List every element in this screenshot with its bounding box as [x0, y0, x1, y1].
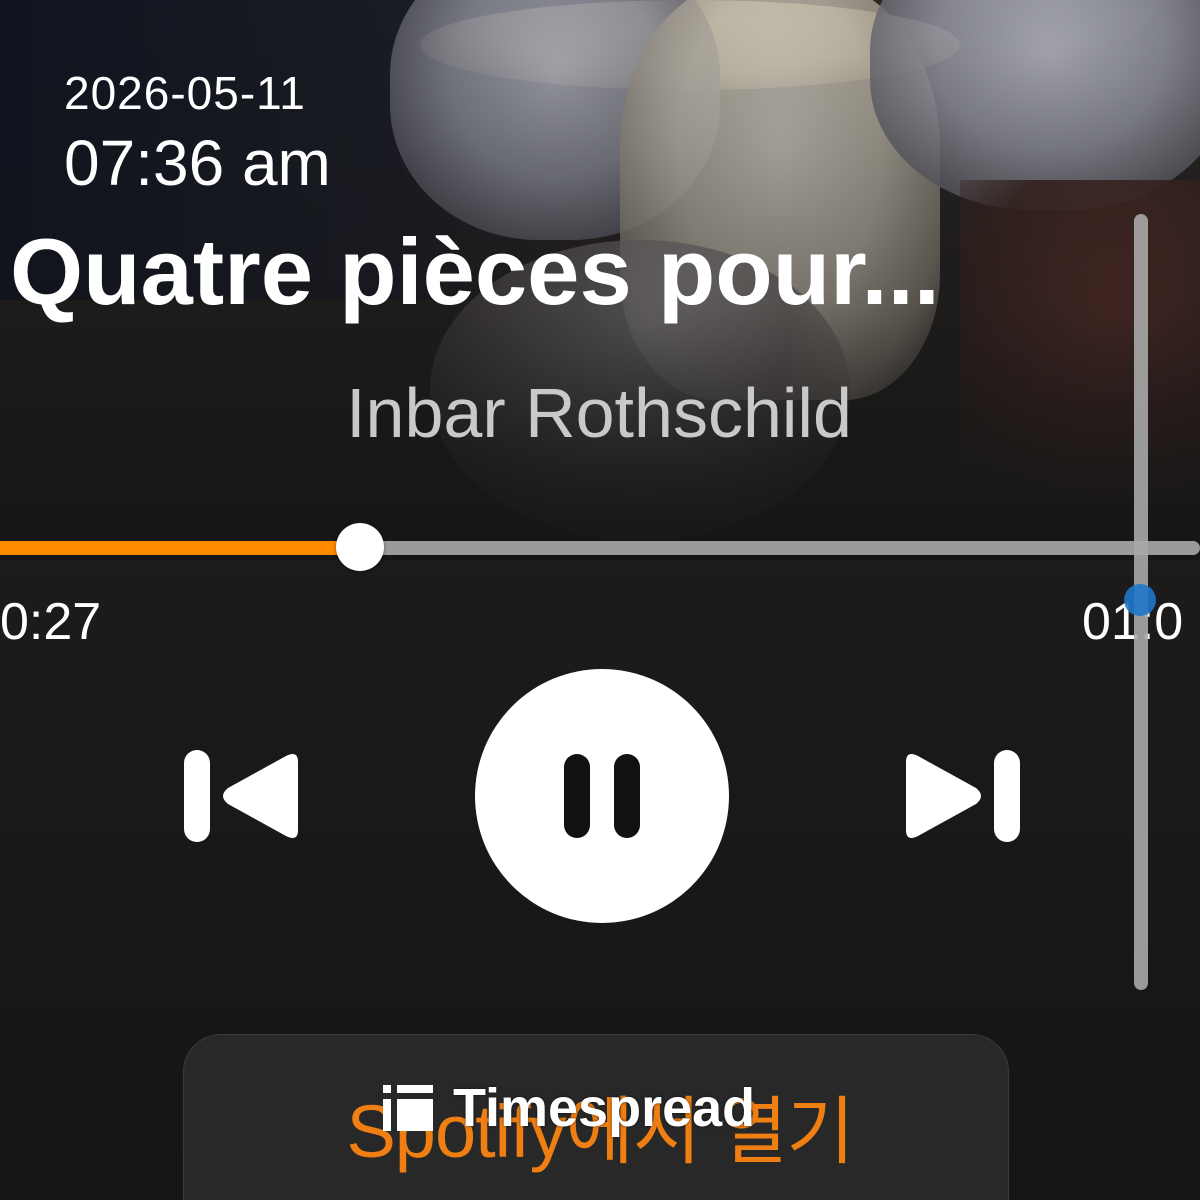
timespread-watermark: Timespread: [383, 1078, 755, 1138]
previous-track-button[interactable]: [180, 748, 304, 844]
now-playing-screen: 2026-05-11 07:36 am Quatre pièces pour..…: [0, 0, 1200, 1200]
pause-button[interactable]: [475, 669, 729, 923]
artist-name-label: Inbar Rothschild: [346, 374, 852, 452]
status-datetime: 2026-05-11 07:36 am: [64, 66, 331, 200]
status-time: 07:36 am: [64, 127, 331, 199]
pause-icon: [564, 754, 640, 838]
timespread-logo-icon: [383, 1085, 433, 1131]
status-date: 2026-05-11: [64, 67, 306, 119]
elapsed-time: 0:27: [0, 593, 102, 651]
next-track-button[interactable]: [900, 748, 1024, 844]
watermark-text: Timespread: [453, 1078, 756, 1138]
skip-previous-icon: [184, 750, 298, 842]
progress-fill: [0, 541, 360, 555]
track-title: Quatre pièces pour...: [10, 219, 940, 324]
skip-next-icon: [906, 750, 1020, 842]
artist-name[interactable]: Inbar Rothschild: [0, 368, 1200, 458]
scrollbar-knob[interactable]: [1124, 584, 1156, 616]
progress-thumb[interactable]: [336, 523, 384, 571]
